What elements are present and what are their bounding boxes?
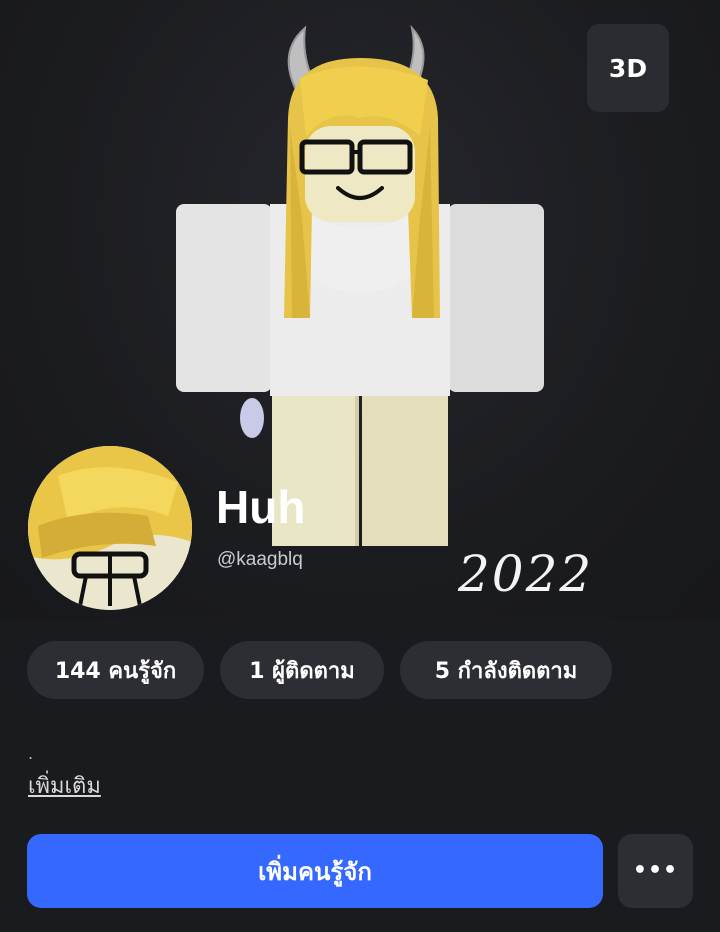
username: @kaagblq <box>217 549 303 570</box>
following-count-chip[interactable]: 5 กำลังติดตาม <box>400 641 612 699</box>
display-name: Huh <box>216 481 306 533</box>
avatar-showcase: 3D Huh @kaagblq 2022 <box>0 0 720 620</box>
followers-count-chip[interactable]: 1 ผู้ติดตาม <box>220 641 384 699</box>
friends-count-chip[interactable]: 144 คนรู้จัก <box>27 641 204 699</box>
overlay-year-text: 2022 <box>458 545 594 603</box>
more-dots-icon: ••• <box>632 858 679 883</box>
avatar-headshot-image <box>28 446 192 610</box>
avatar-3d-render[interactable] <box>150 18 570 578</box>
more-options-button[interactable]: ••• <box>618 834 693 908</box>
add-friend-button[interactable]: เพิ่มคนรู้จัก <box>27 834 603 908</box>
bio-text: . <box>28 744 34 763</box>
avatar-headshot[interactable] <box>28 446 192 610</box>
toggle-3d-button[interactable]: 3D <box>587 24 669 112</box>
see-more-link[interactable]: เพิ่มเติม <box>28 768 101 803</box>
